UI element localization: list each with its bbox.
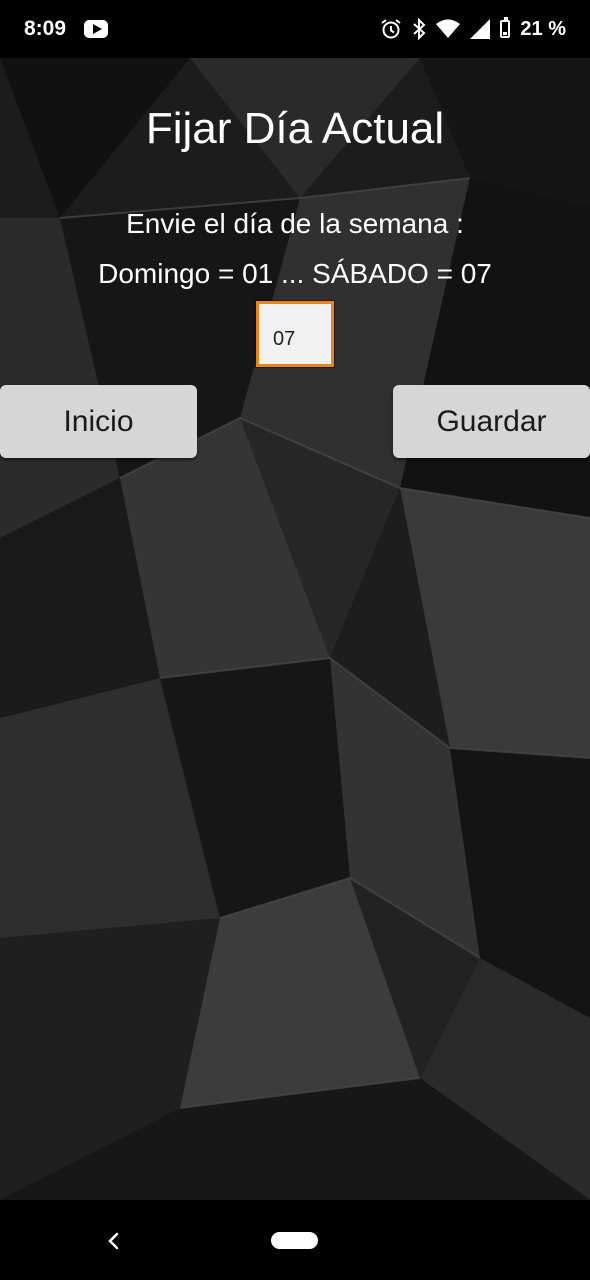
alarm-icon <box>380 18 402 40</box>
inicio-button[interactable]: Inicio <box>0 385 197 458</box>
navigation-bar <box>0 1200 590 1280</box>
page-title: Fijar Día Actual <box>145 104 445 153</box>
bluetooth-icon <box>412 18 426 40</box>
signal-icon <box>470 19 491 39</box>
home-pill-icon[interactable] <box>271 1232 318 1249</box>
status-time: 8:09 <box>24 17 67 40</box>
back-chevron-icon[interactable] <box>103 1226 125 1256</box>
status-icons: 21 % <box>380 17 566 41</box>
day-of-week-input[interactable] <box>256 301 334 367</box>
instruction-line-2: Domingo = 01 ... SÁBADO = 07 <box>98 258 492 289</box>
youtube-icon <box>84 20 109 38</box>
status-bar: 8:09 21 % <box>0 0 590 58</box>
app-content: Fijar Día Actual Envie el día de la sema… <box>0 58 590 1200</box>
battery-percent: 21 % <box>520 17 566 40</box>
wifi-icon <box>436 19 461 39</box>
battery-icon <box>500 17 511 38</box>
instruction-line-1: Envie el día de la semana : <box>126 208 464 239</box>
guardar-button[interactable]: Guardar <box>393 385 590 458</box>
